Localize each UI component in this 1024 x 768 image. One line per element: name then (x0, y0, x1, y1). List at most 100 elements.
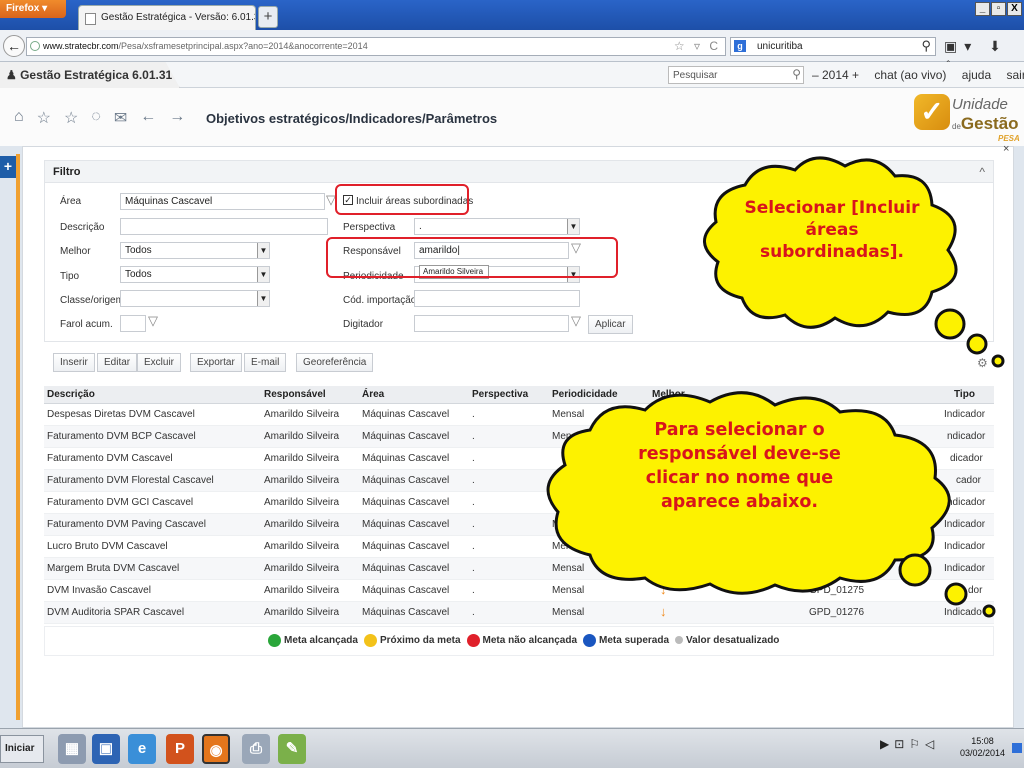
powerpoint-icon[interactable]: P (166, 734, 194, 764)
star-plus-icon[interactable]: ☆ (37, 108, 51, 128)
url-path: /Pesa/xsframesetprincipal.aspx?ano=2014&… (118, 41, 368, 51)
import-code-label: Cód. importação (343, 295, 417, 306)
back-arrow-icon[interactable]: ← (3, 35, 25, 57)
col-best[interactable]: Melhor (652, 389, 685, 400)
firefox-taskbar-icon[interactable]: ◉ (202, 734, 230, 764)
filter-funnel-icon[interactable]: ▽ (148, 313, 158, 329)
apply-button[interactable]: Aplicar (588, 315, 633, 334)
cell-description: DVM Invasão Cascavel (47, 585, 151, 596)
logo-line2-text: Gestão (960, 114, 1019, 133)
browser-tab[interactable]: Gestão Estratégica - Versão: 6.01.31 - L… (78, 5, 256, 30)
cell-type: Indicador (944, 519, 986, 530)
perspective-select[interactable]: . ▼ (414, 218, 580, 235)
year-stepper[interactable]: – 2014 + (812, 68, 859, 82)
cell-description: Margem Bruta DVM Cascavel (47, 563, 180, 574)
table-header: Descrição Responsável Área Perspectiva P… (44, 386, 994, 404)
quick-icons: ⌂ ☆ ☆ ◌ ✉ ← → (14, 108, 185, 128)
table-row[interactable]: DVM Invasão Cascavel Amarildo Silveira M… (44, 580, 994, 602)
cell-periodicity: Mensal (552, 563, 585, 574)
app-search-input[interactable]: Pesquisar ⚲ (668, 66, 804, 84)
forward-icon[interactable]: → (169, 108, 185, 128)
browser-search-input[interactable]: g unicuritiba ⚲ (730, 37, 936, 56)
col-type[interactable]: Tipo (954, 389, 975, 400)
restore-button[interactable]: ▫ (991, 2, 1006, 16)
cell-type: ndicador (947, 431, 986, 442)
show-desktop-icon[interactable] (1012, 743, 1022, 753)
star-icon[interactable]: ☆ (64, 108, 78, 128)
printer-icon[interactable]: ⎙ (242, 734, 270, 764)
system-tray[interactable]: ▶⊡⚐◁ (880, 737, 939, 751)
filter-header[interactable]: Filtro ^ (45, 161, 993, 183)
cell-responsible: Amarildo Silveira (264, 409, 340, 420)
internet-explorer-icon[interactable]: e (128, 734, 156, 764)
cell-code: GPD_00940 (809, 563, 865, 574)
farol-field[interactable] (120, 315, 146, 332)
description-field[interactable] (120, 218, 328, 235)
georef-button[interactable]: Georeferência (296, 353, 374, 372)
filter-title: Filtro (53, 166, 81, 178)
logo-check-icon: ✓ (914, 94, 950, 130)
windows-taskbar: Iniciar ▦ ▣ e P ◉ ⎙ ✎ ▶⊡⚐◁ 15:08 03/02/2… (0, 728, 1024, 768)
import-code-field[interactable] (414, 290, 580, 307)
globe-icon (30, 41, 40, 51)
chat-icon[interactable]: ◌ (91, 108, 101, 128)
typist-field[interactable] (414, 315, 569, 332)
legend: Meta alcançada Próximo da meta Meta não … (268, 634, 779, 647)
type-label: Tipo (60, 271, 80, 282)
start-button[interactable]: Iniciar (0, 735, 44, 763)
export-button[interactable]: Exportar (190, 353, 242, 372)
cell-type: Indicado (944, 607, 982, 618)
paint-icon[interactable]: ✎ (278, 734, 306, 764)
class-select[interactable]: ▼ (120, 290, 270, 307)
cell-perspective: . (472, 497, 475, 508)
col-responsible[interactable]: Responsável (264, 389, 326, 400)
close-window-button[interactable]: X (1007, 2, 1022, 16)
firefox-menu-button[interactable]: Firefox ▾ (0, 0, 66, 18)
explorer-app-icon[interactable]: ▣ (92, 734, 120, 764)
best-select[interactable]: Todos ▼ (120, 242, 270, 259)
logo-prefix: de (952, 122, 961, 131)
network-app-icon[interactable]: ▦ (58, 734, 86, 764)
back-icon[interactable]: ← (140, 108, 156, 128)
minimize-button[interactable]: _ (975, 2, 990, 16)
gear-icon[interactable]: ⚙ (977, 356, 988, 370)
table-row[interactable]: Faturamento DVM Paving Cascavel Amarildo… (44, 514, 994, 536)
arrow-down-icon: ↓ (660, 560, 667, 575)
logo-line3: PESA (998, 134, 1020, 143)
table-row[interactable]: Margem Bruta DVM Cascavel Amarildo Silve… (44, 558, 994, 580)
col-perspective[interactable]: Perspectiva (472, 389, 528, 400)
table-row[interactable]: DVM Auditoria SPAR Cascavel Amarildo Sil… (44, 602, 994, 624)
search-icon[interactable]: ⚲ (792, 67, 801, 81)
type-select[interactable]: Todos ▼ (120, 266, 270, 283)
browser-navbar: ← www.stratecbr.com/Pesa/xsframesetprinc… (0, 30, 1024, 71)
new-tab-button[interactable]: + (258, 6, 278, 28)
typist-label: Digitador (343, 319, 384, 330)
delete-button[interactable]: Excluir (137, 353, 182, 372)
cell-type: Indicador (944, 409, 986, 420)
insert-button[interactable]: Inserir (53, 353, 95, 372)
col-periodicity[interactable]: Periodicidade (552, 389, 618, 400)
mail-icon[interactable]: ✉ (114, 108, 127, 128)
home-icon[interactable]: ⌂ (14, 108, 24, 128)
cell-responsible: Amarildo Silveira (264, 563, 340, 574)
url-controls[interactable]: ☆ ▿ C (674, 39, 721, 53)
col-area[interactable]: Área (362, 389, 384, 400)
app-header: ♟ Gestão Estratégica 6.01.31 Pesquisar ⚲… (0, 62, 1024, 88)
logout-link[interactable]: sair (1006, 68, 1024, 82)
table-row[interactable]: Lucro Bruto DVM Cascavel Amarildo Silvei… (44, 536, 994, 558)
search-icon[interactable]: ⚲ (921, 38, 931, 54)
help-link[interactable]: ajuda (962, 68, 991, 82)
close-icon[interactable]: × (1003, 143, 1009, 155)
edit-button[interactable]: Editar (97, 353, 138, 372)
chat-link[interactable]: chat (ao vivo) (874, 68, 946, 82)
expand-panel-button[interactable]: + (0, 156, 16, 178)
url-bar[interactable]: www.stratecbr.com/Pesa/xsframesetprincip… (26, 37, 726, 56)
col-description[interactable]: Descrição (47, 389, 95, 400)
collapse-caret-icon[interactable]: ^ (979, 165, 985, 179)
email-button[interactable]: E-mail (244, 353, 287, 372)
area-field[interactable]: Máquinas Cascavel (120, 193, 325, 210)
logo-line2: deGestão (952, 114, 1019, 134)
clock[interactable]: 15:08 03/02/2014 (960, 736, 1005, 759)
cell-description: Faturamento DVM BCP Cascavel (47, 431, 196, 442)
filter-funnel-icon[interactable]: ▽ (571, 313, 581, 329)
